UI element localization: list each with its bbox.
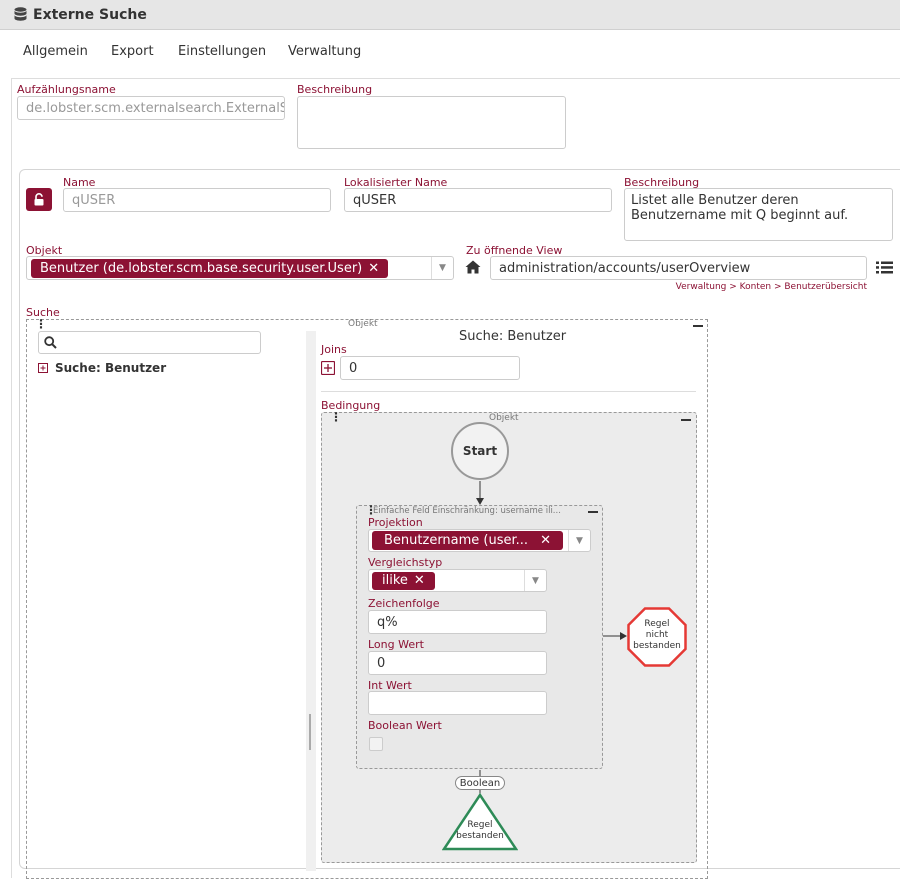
chevron-down-icon[interactable]: ▼ <box>431 257 453 279</box>
localized-name-field[interactable]: qUSER <box>344 188 612 212</box>
zeichenfolge-field[interactable]: q% <box>368 610 547 634</box>
menu-export[interactable]: Export <box>111 44 154 59</box>
suche-container-label: Objekt <box>348 319 378 329</box>
menu-verwaltung[interactable]: Verwaltung <box>288 44 361 59</box>
database-icon <box>14 7 27 21</box>
name-field[interactable]: qUSER <box>63 188 331 212</box>
add-join-icon[interactable] <box>321 361 335 375</box>
view-path: Verwaltung > Konten > Benutzerübersicht <box>675 282 867 292</box>
panel-title: Suche: Benutzer <box>459 329 567 344</box>
condition-container-label: Objekt <box>489 413 519 423</box>
vergleichstyp-tag[interactable]: ilike ✕ <box>372 571 435 590</box>
remove-tag-icon[interactable]: ✕ <box>368 261 379 276</box>
edge-label: Boolean <box>455 776 505 790</box>
joins-label: Joins <box>321 343 347 356</box>
tree-root-item[interactable]: Suche: Benutzer <box>55 361 166 375</box>
window-title: Externe Suche <box>33 6 147 23</box>
remove-tag-icon[interactable]: ✕ <box>414 573 425 588</box>
home-icon[interactable] <box>465 260 481 274</box>
remove-tag-icon[interactable]: ✕ <box>540 533 551 548</box>
collapse-icon[interactable] <box>681 419 691 421</box>
object-select[interactable]: Benutzer (de.lobster.scm.base.security.u… <box>26 256 454 280</box>
int-wert-field[interactable] <box>368 691 547 715</box>
rule-passed-label: Regel bestanden <box>456 820 504 841</box>
menu-einstellungen[interactable]: Einstellungen <box>178 44 266 59</box>
lock-open-icon <box>34 193 44 206</box>
vergleichstyp-label: Vergleichstyp <box>368 556 443 569</box>
search-icon <box>44 336 57 349</box>
splitter-handle[interactable] <box>309 714 311 750</box>
collapse-icon[interactable] <box>588 511 598 513</box>
menu-allgemein[interactable]: Allgemein <box>23 44 88 59</box>
object-tag[interactable]: Benutzer (de.lobster.scm.base.security.u… <box>31 258 389 278</box>
view-field[interactable]: administration/accounts/userOverview <box>490 256 867 280</box>
enum-name-field[interactable]: de.lobster.scm.externalsearch.ExternalSe… <box>17 96 285 120</box>
rule-header: Einfache Feld Einschränkung: username il… <box>373 506 561 516</box>
tree-search-field[interactable] <box>38 331 261 354</box>
chevron-down-icon[interactable]: ▼ <box>524 570 546 591</box>
splitter[interactable] <box>306 331 316 871</box>
title-bar: Externe Suche <box>0 0 900 30</box>
projektion-select[interactable]: Benutzername (user... ✕ ▼ <box>368 529 591 552</box>
rule-failed-label: Regel nicht bestanden <box>633 619 681 651</box>
start-node[interactable]: Start <box>451 422 509 480</box>
drag-handle-icon[interactable]: ⋮ <box>35 318 47 330</box>
description-field[interactable]: Listet alle Benutzer deren Benutzername … <box>624 188 893 241</box>
vergleichstyp-select[interactable]: ilike ✕ ▼ <box>368 569 547 592</box>
projektion-tag[interactable]: Benutzername (user... ✕ <box>372 531 563 550</box>
collapse-icon[interactable] <box>693 325 703 327</box>
boolean-wert-checkbox[interactable] <box>369 737 383 751</box>
list-icon[interactable] <box>876 261 893 274</box>
long-wert-field[interactable]: 0 <box>368 651 547 675</box>
joins-field[interactable]: 0 <box>340 356 520 380</box>
divider <box>321 391 696 392</box>
long-wert-label: Long Wert <box>368 638 424 651</box>
expand-icon[interactable] <box>38 363 48 373</box>
projektion-label: Projektion <box>368 516 423 529</box>
zeichenfolge-label: Zeichenfolge <box>368 597 440 610</box>
enum-desc-field[interactable] <box>297 96 566 149</box>
lock-button[interactable] <box>26 188 52 211</box>
enum-desc-label: Beschreibung <box>297 83 373 96</box>
chevron-down-icon[interactable]: ▼ <box>568 530 590 551</box>
enum-name-label: Aufzählungsname <box>17 83 116 96</box>
boolean-wert-label: Boolean Wert <box>368 719 442 732</box>
drag-handle-icon[interactable]: ⋮ <box>330 411 342 423</box>
